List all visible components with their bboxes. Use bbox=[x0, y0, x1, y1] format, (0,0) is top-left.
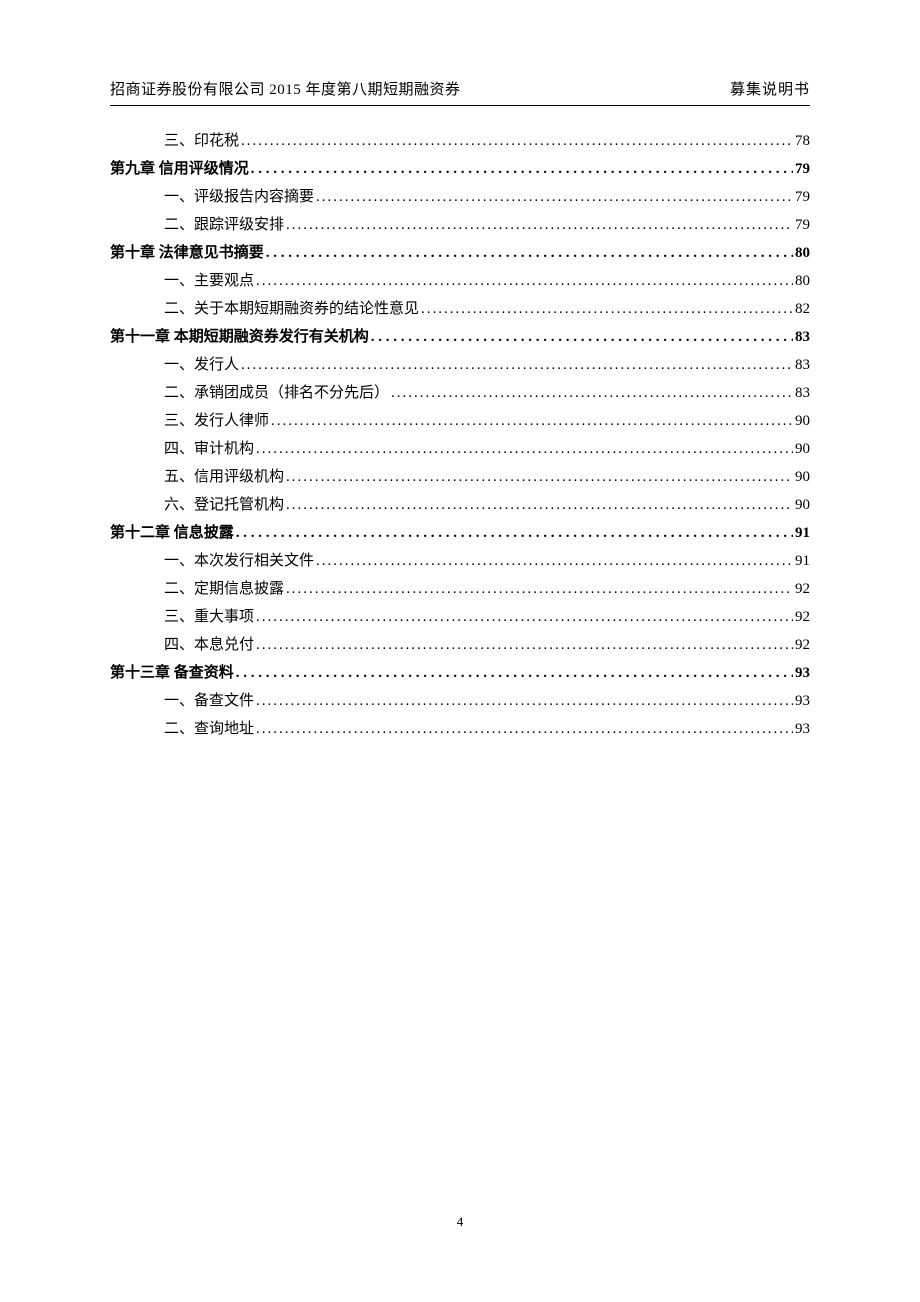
toc-entry-label: 第十二章 信息披露 bbox=[110, 526, 234, 541]
page-number: 4 bbox=[457, 1214, 464, 1229]
toc-leader-dots: . . . . . . . . . . . . . . . . . . . . … bbox=[371, 330, 793, 345]
toc-entry-page: 78 bbox=[795, 134, 810, 149]
toc-entry-page: 91 bbox=[795, 554, 810, 569]
toc-entry-label: 二、关于本期短期融资券的结论性意见 bbox=[164, 302, 419, 317]
toc-entry: 二、关于本期短期融资券的结论性意见.......................… bbox=[164, 302, 810, 317]
toc-entry: 一、发行人...................................… bbox=[164, 358, 810, 373]
toc-entry: 第十一章 本期短期融资券发行有关机构 . . . . . . . . . . .… bbox=[110, 330, 810, 345]
toc-leader-dots: . . . . . . . . . . . . . . . . . . . . … bbox=[236, 666, 793, 681]
toc-entry-label: 二、定期信息披露 bbox=[164, 582, 284, 597]
toc-entry-page: 82 bbox=[795, 302, 810, 317]
toc-entry-label: 三、发行人律师 bbox=[164, 414, 269, 429]
table-of-contents: 三、印花税...................................… bbox=[110, 134, 810, 737]
toc-leader-dots: ........................................… bbox=[256, 610, 793, 625]
page-footer: 4 bbox=[0, 1214, 920, 1230]
toc-entry-label: 一、本次发行相关文件 bbox=[164, 554, 314, 569]
header-title-left: 招商证券股份有限公司 2015 年度第八期短期融资券 bbox=[110, 78, 461, 99]
toc-entry-label: 一、主要观点 bbox=[164, 274, 254, 289]
toc-entry-page: 83 bbox=[795, 330, 810, 345]
toc-entry-label: 二、承销团成员（排名不分先后） bbox=[164, 386, 389, 401]
toc-entry-page: 83 bbox=[795, 358, 810, 373]
toc-entry-label: 三、重大事项 bbox=[164, 610, 254, 625]
toc-entry-page: 79 bbox=[795, 218, 810, 233]
toc-entry-label: 四、本息兑付 bbox=[164, 638, 254, 653]
toc-entry-page: 90 bbox=[795, 414, 810, 429]
toc-entry: 二、跟踪评级安排................................… bbox=[164, 218, 810, 233]
toc-leader-dots: ........................................… bbox=[256, 638, 793, 653]
toc-entry-label: 四、审计机构 bbox=[164, 442, 254, 457]
toc-entry: 一、评级报告内容摘要..............................… bbox=[164, 190, 810, 205]
toc-entry-page: 83 bbox=[795, 386, 810, 401]
toc-entry-page: 90 bbox=[795, 498, 810, 513]
toc-leader-dots: ........................................… bbox=[316, 190, 793, 205]
toc-entry: 第十章 法律意见书摘要 . . . . . . . . . . . . . . … bbox=[110, 246, 810, 261]
toc-entry-label: 三、印花税 bbox=[164, 134, 239, 149]
document-page: 招商证券股份有限公司 2015 年度第八期短期融资券 募集说明书 三、印花税..… bbox=[0, 0, 920, 737]
toc-entry: 二、查询地址..................................… bbox=[164, 722, 810, 737]
toc-entry: 一、备查文件..................................… bbox=[164, 694, 810, 709]
toc-entry: 二、承销团成员（排名不分先后）.........................… bbox=[164, 386, 810, 401]
toc-leader-dots: ........................................… bbox=[241, 134, 793, 149]
toc-entry-label: 第十三章 备查资料 bbox=[110, 666, 234, 681]
toc-entry-page: 93 bbox=[795, 694, 810, 709]
toc-entry: 第十二章 信息披露 . . . . . . . . . . . . . . . … bbox=[110, 526, 810, 541]
toc-leader-dots: . . . . . . . . . . . . . . . . . . . . … bbox=[236, 526, 793, 541]
toc-leader-dots: ........................................… bbox=[241, 358, 793, 373]
toc-entry-page: 92 bbox=[795, 582, 810, 597]
toc-leader-dots: ........................................… bbox=[256, 722, 793, 737]
toc-entry-label: 二、跟踪评级安排 bbox=[164, 218, 284, 233]
toc-leader-dots: ........................................… bbox=[286, 470, 793, 485]
toc-leader-dots: ........................................… bbox=[286, 498, 793, 513]
toc-entry: 四、本息兑付..................................… bbox=[164, 638, 810, 653]
toc-entry: 二、定期信息披露................................… bbox=[164, 582, 810, 597]
toc-leader-dots: ........................................… bbox=[256, 694, 793, 709]
toc-leader-dots: ........................................… bbox=[391, 386, 793, 401]
toc-leader-dots: ........................................… bbox=[286, 218, 793, 233]
toc-entry-page: 80 bbox=[795, 246, 810, 261]
toc-entry-label: 六、登记托管机构 bbox=[164, 498, 284, 513]
toc-leader-dots: ........................................… bbox=[271, 414, 793, 429]
toc-entry: 一、本次发行相关文件..............................… bbox=[164, 554, 810, 569]
toc-leader-dots: ........................................… bbox=[421, 302, 793, 317]
toc-entry-page: 90 bbox=[795, 470, 810, 485]
toc-entry: 三、重大事项..................................… bbox=[164, 610, 810, 625]
toc-entry-label: 第十章 法律意见书摘要 bbox=[110, 246, 264, 261]
toc-entry-page: 80 bbox=[795, 274, 810, 289]
toc-entry-page: 79 bbox=[795, 190, 810, 205]
toc-entry-page: 92 bbox=[795, 610, 810, 625]
toc-entry: 三、发行人律师.................................… bbox=[164, 414, 810, 429]
toc-entry: 四、审计机构..................................… bbox=[164, 442, 810, 457]
toc-entry-label: 一、发行人 bbox=[164, 358, 239, 373]
toc-entry: 三、印花税...................................… bbox=[164, 134, 810, 149]
toc-entry: 六、登记托管机构................................… bbox=[164, 498, 810, 513]
toc-entry-page: 92 bbox=[795, 638, 810, 653]
toc-entry-page: 91 bbox=[795, 526, 810, 541]
toc-entry-label: 五、信用评级机构 bbox=[164, 470, 284, 485]
toc-leader-dots: ........................................… bbox=[286, 582, 793, 597]
toc-entry: 一、主要观点..................................… bbox=[164, 274, 810, 289]
toc-leader-dots: ........................................… bbox=[256, 274, 793, 289]
toc-entry-label: 第九章 信用评级情况 bbox=[110, 162, 249, 177]
toc-entry-page: 93 bbox=[795, 666, 810, 681]
toc-leader-dots: . . . . . . . . . . . . . . . . . . . . … bbox=[251, 162, 793, 177]
toc-leader-dots: . . . . . . . . . . . . . . . . . . . . … bbox=[266, 246, 793, 261]
header-title-right: 募集说明书 bbox=[730, 78, 810, 99]
toc-leader-dots: ........................................… bbox=[316, 554, 793, 569]
toc-entry: 第十三章 备查资料 . . . . . . . . . . . . . . . … bbox=[110, 666, 810, 681]
toc-entry-label: 第十一章 本期短期融资券发行有关机构 bbox=[110, 330, 369, 345]
toc-entry-page: 79 bbox=[795, 162, 810, 177]
toc-entry: 第九章 信用评级情况 . . . . . . . . . . . . . . .… bbox=[110, 162, 810, 177]
toc-entry-label: 二、查询地址 bbox=[164, 722, 254, 737]
toc-leader-dots: ........................................… bbox=[256, 442, 793, 457]
toc-entry-label: 一、备查文件 bbox=[164, 694, 254, 709]
toc-entry-page: 90 bbox=[795, 442, 810, 457]
page-header: 招商证券股份有限公司 2015 年度第八期短期融资券 募集说明书 bbox=[110, 78, 810, 106]
toc-entry-label: 一、评级报告内容摘要 bbox=[164, 190, 314, 205]
toc-entry: 五、信用评级机构................................… bbox=[164, 470, 810, 485]
toc-entry-page: 93 bbox=[795, 722, 810, 737]
